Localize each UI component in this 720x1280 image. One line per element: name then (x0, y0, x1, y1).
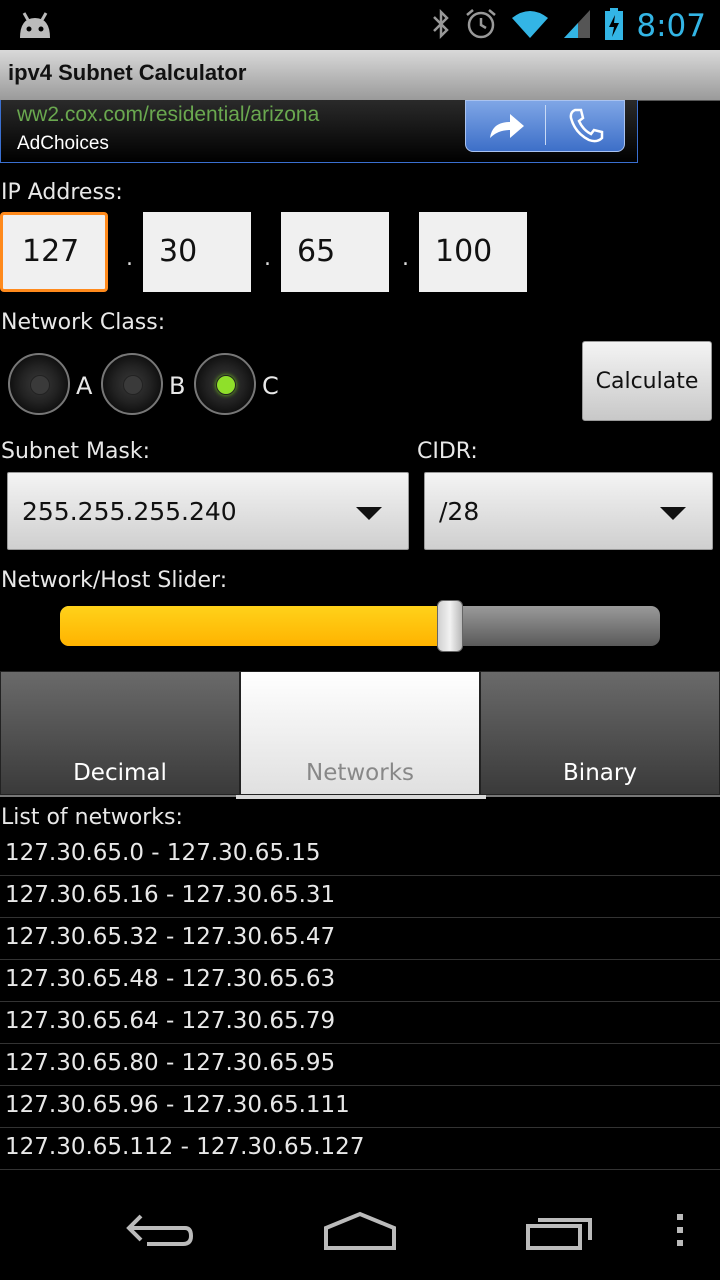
list-item[interactable]: 127.30.65.32 - 127.30.65.47 (0, 918, 720, 960)
ad-choices[interactable]: AdChoices (17, 133, 109, 155)
tab-decimal-label: Decimal (73, 760, 167, 786)
action-bar: ipv4 Subnet Calculator (0, 50, 720, 101)
subnet-mask-label: Subnet Mask: (1, 439, 151, 464)
ip-address-label: IP Address: (1, 180, 123, 205)
signal-icon (562, 8, 592, 44)
overflow-menu-icon[interactable] (660, 1180, 700, 1280)
dropdown-arrow-icon (660, 507, 686, 520)
tab-networks-label: Networks (305, 760, 414, 786)
network-host-slider[interactable] (60, 600, 660, 652)
wifi-icon (510, 8, 550, 44)
ad-actions (465, 100, 625, 152)
list-item[interactable]: 127.30.65.48 - 127.30.65.63 (0, 960, 720, 1002)
android-icon (16, 10, 54, 44)
octet-separator: . (126, 246, 133, 271)
cidr-select[interactable]: /28 (424, 472, 713, 550)
networks-list-label: List of networks: (1, 805, 183, 830)
subnet-mask-select[interactable]: 255.255.255.240 (7, 472, 409, 550)
subnet-mask-value: 255.255.255.240 (22, 497, 237, 526)
list-item[interactable]: 127.30.65.64 - 127.30.65.79 (0, 1002, 720, 1044)
phone-icon[interactable] (546, 101, 625, 151)
slider-fill (60, 606, 450, 646)
tab-decimal[interactable]: Decimal (0, 671, 240, 795)
ad-banner[interactable]: ww2.cox.com/residential/arizona AdChoice… (0, 100, 638, 163)
bluetooth-icon (430, 8, 452, 44)
list-item[interactable]: 127.30.65.16 - 127.30.65.31 (0, 876, 720, 918)
tab-binary[interactable]: Binary (480, 671, 720, 795)
list-item[interactable]: 127.30.65.80 - 127.30.65.95 (0, 1044, 720, 1086)
ip-octet-3[interactable]: 65 (281, 212, 389, 292)
tab-networks[interactable]: Networks (240, 671, 480, 795)
status-icons: 8:07 (430, 6, 706, 46)
ip-octet-2[interactable]: 30 (143, 212, 251, 292)
radio-class-c[interactable] (194, 353, 256, 415)
tab-binary-label: Binary (563, 760, 637, 786)
octet-separator: . (402, 246, 409, 271)
list-item[interactable]: 127.30.65.112 - 127.30.65.127 (0, 1128, 720, 1170)
list-item[interactable]: 127.30.65.96 - 127.30.65.111 (0, 1086, 720, 1128)
slider-label: Network/Host Slider: (1, 568, 228, 593)
share-arrow-icon[interactable] (466, 101, 545, 151)
radio-class-b-label[interactable]: B (169, 372, 185, 400)
radio-class-c-label[interactable]: C (262, 372, 279, 400)
slider-thumb[interactable] (437, 600, 463, 652)
list-item[interactable]: 127.30.65.0 - 127.30.65.15 (0, 834, 720, 876)
ip-octet-4[interactable]: 100 (419, 212, 527, 292)
tab-bar: Decimal Networks Binary (0, 671, 720, 799)
radio-class-b[interactable] (101, 353, 163, 415)
radio-class-a-label[interactable]: A (76, 372, 92, 400)
calculate-button[interactable]: Calculate (582, 341, 712, 421)
alarm-icon (464, 7, 498, 45)
ip-octet-1[interactable]: 127 (0, 212, 108, 292)
tab-indicator (236, 795, 486, 799)
back-icon[interactable] (100, 1180, 220, 1280)
octet-separator: . (264, 246, 271, 271)
network-class-label: Network Class: (1, 310, 166, 335)
recent-apps-icon[interactable] (500, 1180, 620, 1280)
home-icon[interactable] (300, 1180, 420, 1280)
status-bar: 8:07 (0, 0, 720, 50)
cidr-label: CIDR: (417, 439, 478, 464)
battery-charging-icon (604, 7, 624, 45)
ad-url[interactable]: ww2.cox.com/residential/arizona (17, 103, 319, 127)
clock: 8:07 (636, 8, 706, 44)
app-title: ipv4 Subnet Calculator (8, 60, 247, 85)
radio-class-a[interactable] (8, 353, 70, 415)
dropdown-arrow-icon (356, 507, 382, 520)
cidr-value: /28 (439, 497, 480, 526)
navigation-bar (0, 1180, 720, 1280)
